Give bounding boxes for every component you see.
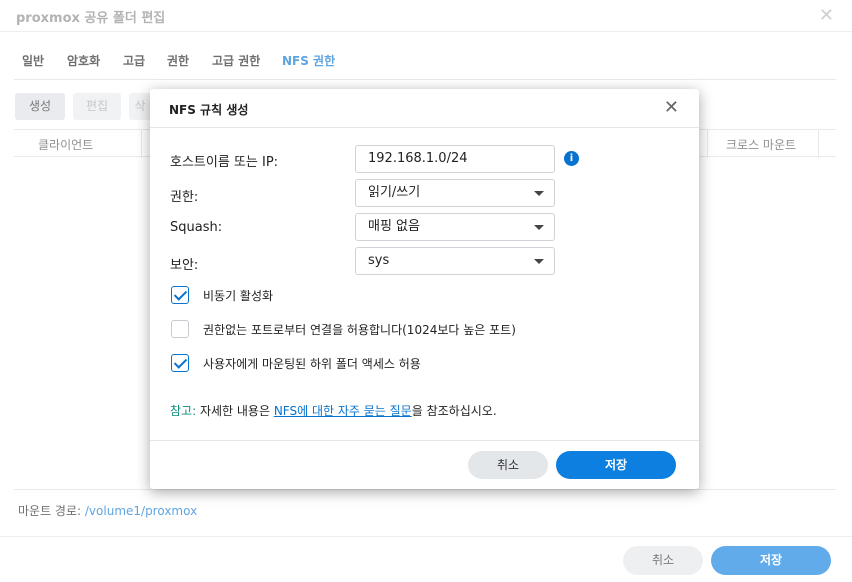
chevron-down-icon bbox=[534, 191, 544, 196]
dialog-title-divider bbox=[150, 127, 699, 128]
privilege-value: 읽기/쓰기 bbox=[368, 185, 421, 200]
async-checkbox[interactable] bbox=[171, 286, 189, 304]
subfolder-access-label: 사용자에게 마운팅된 하위 폴더 액세스 허용 bbox=[203, 357, 421, 371]
note-prefix: 참고: bbox=[170, 404, 197, 418]
security-select[interactable]: sys bbox=[355, 247, 555, 275]
subfolder-access-checkbox[interactable] bbox=[171, 354, 189, 372]
chevron-down-icon bbox=[534, 259, 544, 264]
hostname-input[interactable]: 192.168.1.0/24 bbox=[355, 145, 555, 173]
faq-note: 참고: 자세한 내용은 NFS에 대한 자주 묻는 질문을 참조하십시오. bbox=[170, 402, 497, 419]
security-label: 보안: bbox=[170, 258, 199, 273]
dialog-footer-divider bbox=[150, 440, 699, 441]
unprivileged-ports-label: 권한없는 포트로부터 연결을 허용합니다(1024보다 높은 포트) bbox=[203, 323, 516, 337]
privilege-label: 권한: bbox=[170, 190, 199, 205]
note-text-after: 을 참조하십시오. bbox=[411, 404, 497, 418]
async-label: 비동기 활성화 bbox=[203, 289, 274, 303]
dialog-save-button[interactable]: 저장 bbox=[556, 451, 676, 479]
unprivileged-ports-checkbox[interactable] bbox=[171, 320, 189, 338]
nfs-faq-link[interactable]: NFS에 대한 자주 묻는 질문 bbox=[274, 404, 412, 418]
chevron-down-icon bbox=[534, 225, 544, 230]
dialog-title: NFS 규칙 생성 bbox=[169, 103, 249, 117]
security-value: sys bbox=[368, 253, 390, 268]
hostname-value: 192.168.1.0/24 bbox=[368, 151, 468, 166]
privilege-select[interactable]: 읽기/쓰기 bbox=[355, 179, 555, 207]
squash-label: Squash: bbox=[170, 220, 223, 235]
info-icon[interactable]: i bbox=[564, 151, 579, 166]
dialog-close-icon[interactable]: ✕ bbox=[664, 97, 679, 118]
nfs-rule-dialog: NFS 규칙 생성 ✕ 호스트이름 또는 IP: 192.168.1.0/24 … bbox=[150, 89, 699, 489]
dialog-cancel-button[interactable]: 취소 bbox=[468, 451, 548, 479]
note-text-before: 자세한 내용은 bbox=[196, 404, 274, 418]
squash-select[interactable]: 매핑 없음 bbox=[355, 213, 555, 241]
squash-value: 매핑 없음 bbox=[368, 219, 420, 234]
hostname-label: 호스트이름 또는 IP: bbox=[170, 155, 279, 170]
